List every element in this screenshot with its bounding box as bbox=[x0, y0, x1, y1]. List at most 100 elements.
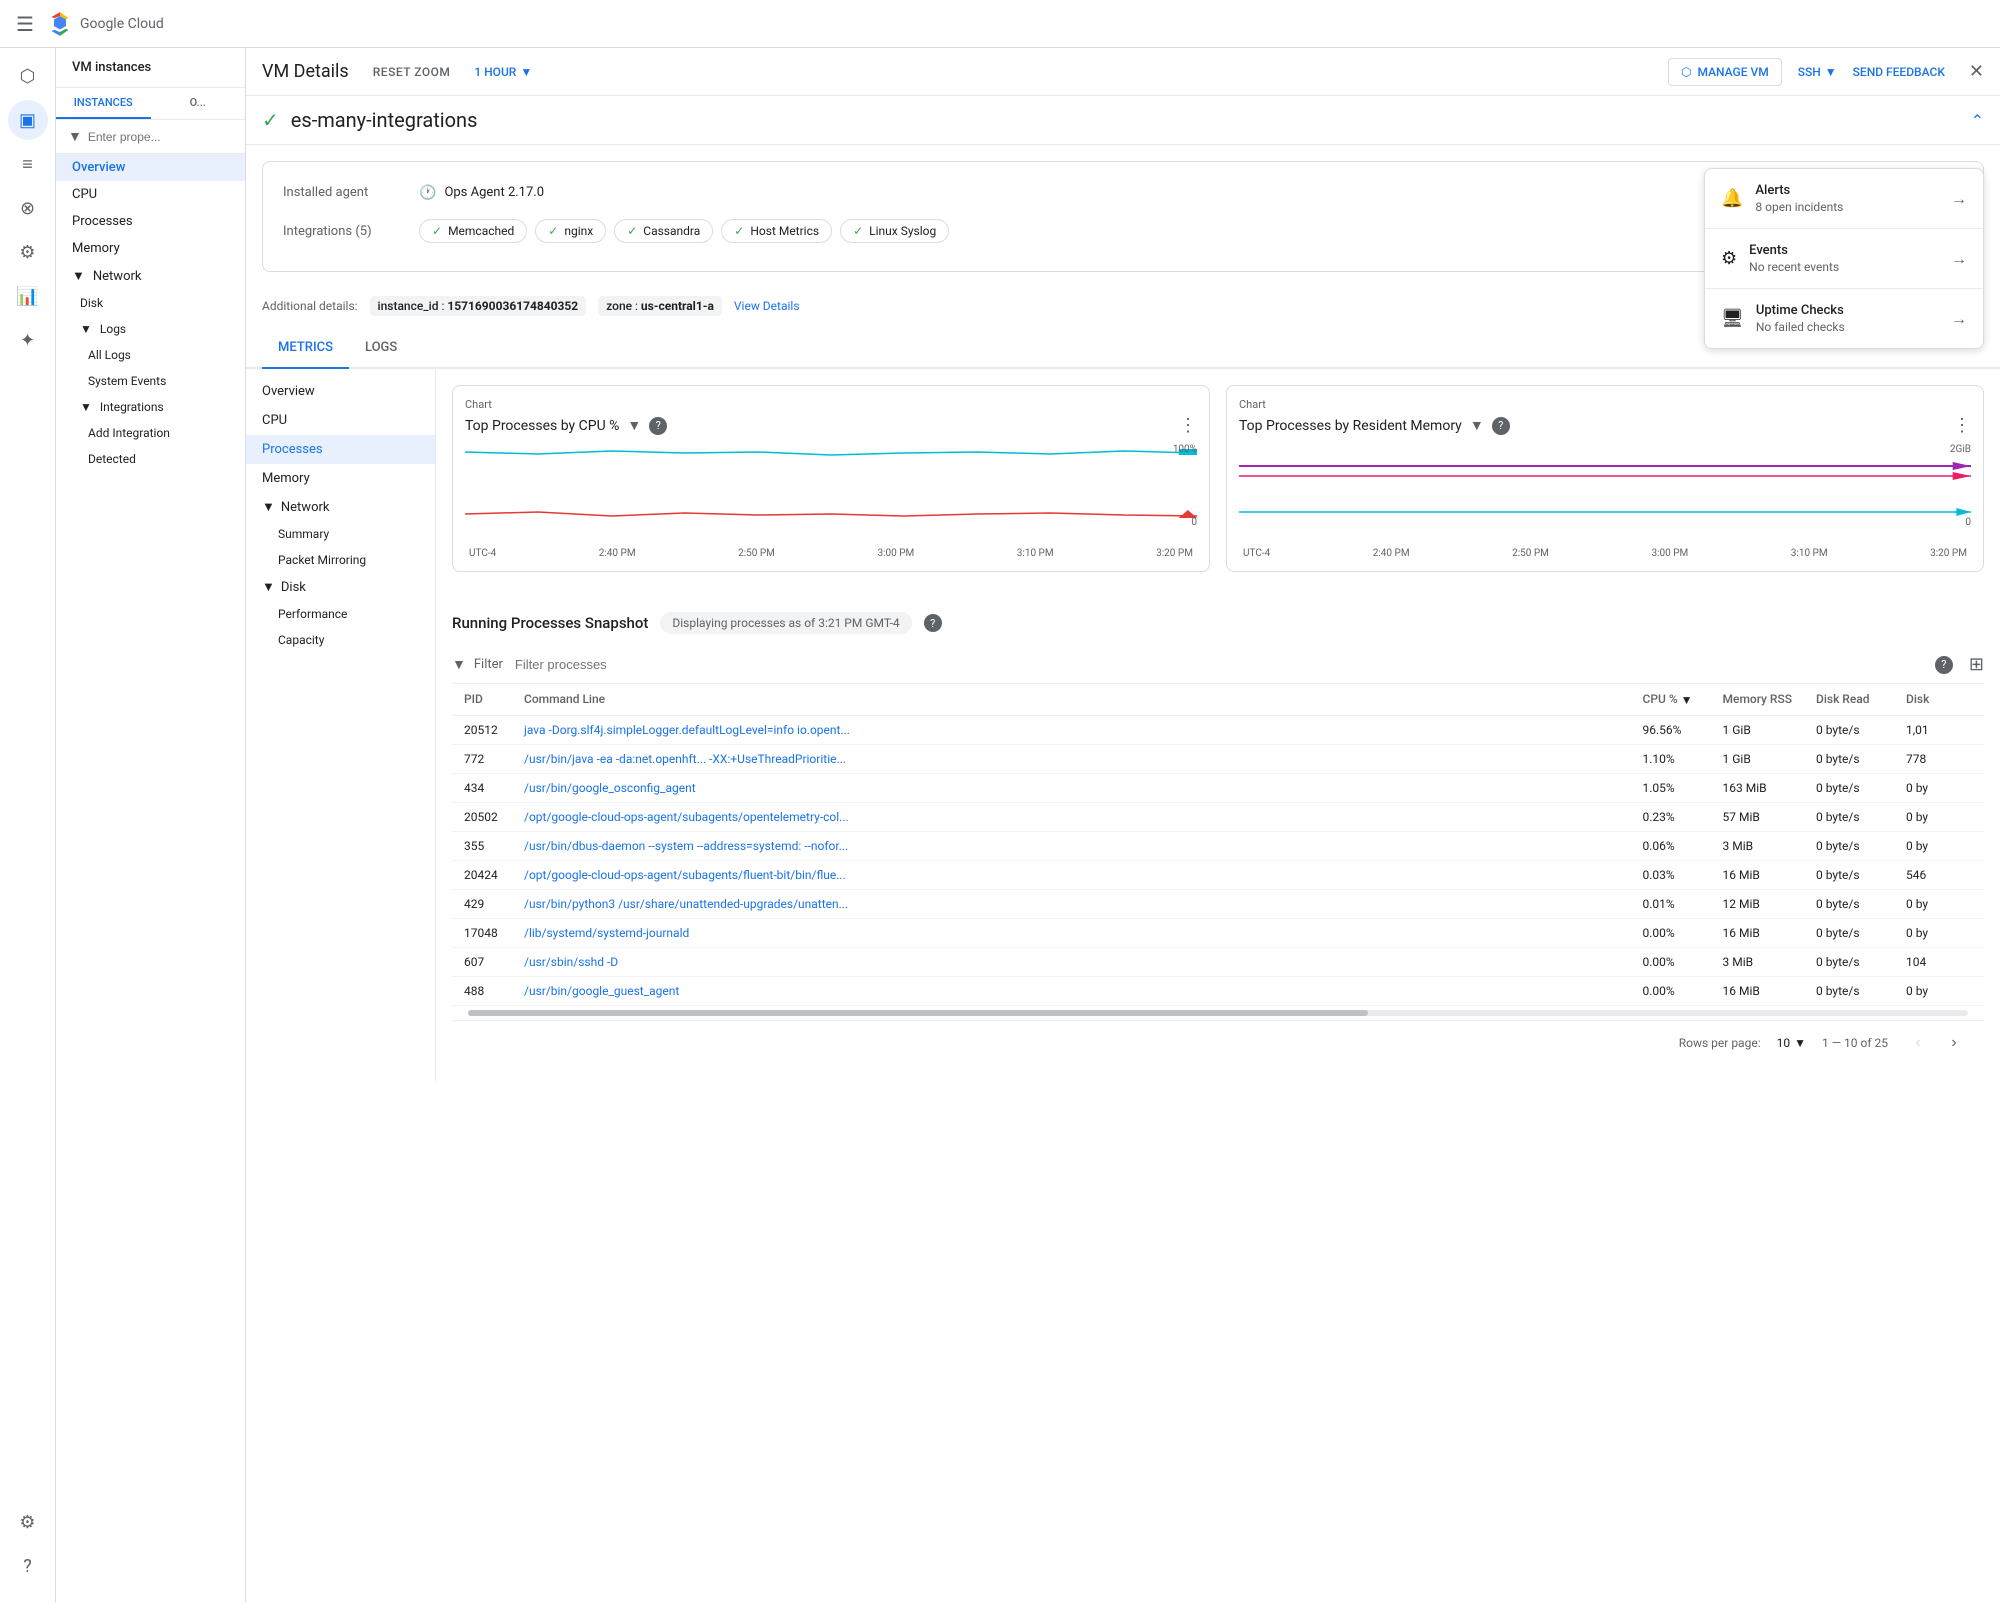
nav-item-cpu[interactable]: CPU bbox=[56, 181, 245, 208]
cell-pid: 607 bbox=[452, 947, 512, 976]
nav-item-add-integration[interactable]: Add Integration bbox=[56, 420, 245, 446]
ssh-btn[interactable]: SSH ▼ bbox=[1798, 65, 1837, 79]
check-icon-host-metrics: ✓ bbox=[734, 224, 744, 238]
chart-cpu-more-icon[interactable]: ⋮ bbox=[1179, 415, 1197, 436]
sidebar-icon-help[interactable]: ? bbox=[8, 1546, 48, 1586]
sidebar-icon-compute[interactable]: ▣ bbox=[8, 100, 48, 140]
chart-memory-header: Chart bbox=[1239, 398, 1971, 411]
view-details-link[interactable]: View Details bbox=[734, 299, 800, 313]
metrics-nav-processes[interactable]: Processes bbox=[246, 435, 435, 464]
sidebar-icon-ai[interactable]: ✦ bbox=[8, 320, 48, 360]
uptime-icon: 🖥 bbox=[1721, 308, 1744, 329]
nav-item-processes[interactable]: Processes bbox=[56, 208, 245, 235]
ssh-label: SSH bbox=[1798, 65, 1821, 79]
instance-id-label: instance_id bbox=[378, 299, 439, 313]
chart-cpu-help-icon[interactable]: ? bbox=[649, 417, 667, 435]
th-cpu[interactable]: CPU % ▼ bbox=[1631, 684, 1711, 715]
cell-mem: 16 MiB bbox=[1711, 918, 1804, 947]
columns-icon[interactable]: ⊞ bbox=[1969, 654, 1984, 675]
reset-zoom-btn[interactable]: RESET ZOOM bbox=[365, 61, 459, 83]
chart-memory-more-icon[interactable]: ⋮ bbox=[1953, 415, 1971, 436]
nav-item-overview[interactable]: Overview bbox=[56, 154, 245, 181]
cell-dread: 0 byte/s bbox=[1804, 976, 1894, 1005]
table-row: 20424 /opt/google-cloud-ops-agent/subage… bbox=[452, 860, 1984, 889]
cell-dwrite: 0 by bbox=[1894, 976, 1984, 1005]
chip-memcached-label: Memcached bbox=[448, 224, 514, 238]
bell-icon: 🔔 bbox=[1721, 188, 1743, 209]
chart-cpu-x5: 3:20 PM bbox=[1156, 548, 1193, 559]
chart-cpu-title-row: Top Processes by CPU % ▼ ? ⋮ bbox=[465, 415, 1197, 436]
nav-item-detected[interactable]: Detected bbox=[56, 446, 245, 472]
cell-mem: 163 MiB bbox=[1711, 773, 1804, 802]
cell-dwrite: 0 by bbox=[1894, 773, 1984, 802]
nav-item-all-logs[interactable]: All Logs bbox=[56, 342, 245, 368]
metrics-nav-performance[interactable]: Performance bbox=[246, 601, 435, 627]
metrics-nav-cpu[interactable]: CPU bbox=[246, 406, 435, 435]
cell-cpu: 0.00% bbox=[1631, 918, 1711, 947]
nav-tab-instances[interactable]: INSTANCES bbox=[56, 88, 151, 119]
table-scrollbar[interactable] bbox=[468, 1010, 1968, 1016]
nav-tab-other[interactable]: O... bbox=[151, 88, 246, 119]
rows-per-page-select[interactable]: 10 ▼ bbox=[1777, 1036, 1806, 1050]
sidebar-icon-settings[interactable]: ⚙ bbox=[8, 1502, 48, 1542]
metrics-nav-summary[interactable]: Summary bbox=[246, 521, 435, 547]
chart-memory-help-icon[interactable]: ? bbox=[1492, 417, 1510, 435]
chart-memory: Chart Top Processes by Resident Memory ▼… bbox=[1226, 385, 1984, 572]
nav-item-integrations[interactable]: ▼ Integrations bbox=[56, 394, 245, 420]
snapshot-help-icon[interactable]: ? bbox=[924, 614, 942, 632]
chip-memcached: ✓ Memcached bbox=[419, 219, 527, 243]
next-page-btn[interactable]: › bbox=[1940, 1029, 1968, 1057]
check-icon-memcached: ✓ bbox=[432, 224, 442, 238]
cell-mem: 1 GiB bbox=[1711, 744, 1804, 773]
alerts-row[interactable]: 🔔 Alerts 8 open incidents → bbox=[1705, 169, 1983, 229]
events-icon: ⚙ bbox=[1721, 248, 1737, 269]
metrics-nav-network-label[interactable]: Network bbox=[281, 500, 330, 515]
close-btn[interactable]: ✕ bbox=[1969, 61, 1984, 82]
nav-item-disk[interactable]: Disk bbox=[56, 290, 245, 316]
alerts-title: Alerts bbox=[1755, 183, 1951, 198]
nav-item-logs[interactable]: ▼ Logs bbox=[56, 316, 245, 342]
metrics-nav-disk-label[interactable]: Disk bbox=[281, 580, 306, 595]
nav-item-memory[interactable]: Memory bbox=[56, 235, 245, 262]
cell-pid: 17048 bbox=[452, 918, 512, 947]
metrics-nav-capacity[interactable]: Capacity bbox=[246, 627, 435, 653]
nav-filter-input[interactable] bbox=[88, 130, 243, 144]
send-feedback-btn[interactable]: SEND FEEDBACK bbox=[1853, 65, 1945, 79]
table-row: 772 /usr/bin/java -ea -da:net.openhft...… bbox=[452, 744, 1984, 773]
hamburger-icon[interactable]: ☰ bbox=[16, 12, 34, 36]
filter-help-icon[interactable]: ? bbox=[1935, 656, 1953, 674]
tab-logs[interactable]: LOGS bbox=[349, 328, 413, 369]
sidebar-icon-analytics[interactable]: 📊 bbox=[8, 276, 48, 316]
metrics-nav-overview[interactable]: Overview bbox=[246, 377, 435, 406]
manage-vm-btn[interactable]: ⬡ MANAGE VM bbox=[1668, 58, 1782, 86]
sidebar-icon-home[interactable]: ⬡ bbox=[8, 56, 48, 96]
chart-cpu-dropdown-icon[interactable]: ▼ bbox=[627, 417, 641, 434]
metrics-nav-packet-mirroring[interactable]: Packet Mirroring bbox=[246, 547, 435, 573]
sidebar-icon-security[interactable]: ⚙ bbox=[8, 232, 48, 272]
events-row[interactable]: ⚙ Events No recent events → bbox=[1705, 229, 1983, 289]
cell-dwrite: 0 by bbox=[1894, 831, 1984, 860]
vm-name-expand-icon[interactable]: ⌃ bbox=[1971, 111, 1984, 130]
filter-processes-input[interactable] bbox=[515, 657, 1927, 672]
sidebar-icon-storage[interactable]: ≡ bbox=[8, 144, 48, 184]
expand-logs-icon: ▼ bbox=[80, 322, 92, 336]
sidebar-icon-network[interactable]: ⊗ bbox=[8, 188, 48, 228]
cell-cpu: 0.23% bbox=[1631, 802, 1711, 831]
nav-item-system-events[interactable]: System Events bbox=[56, 368, 245, 394]
chart-cpu-y-max: 100% bbox=[1173, 444, 1197, 455]
instance-id-value: 1571690036174840352 bbox=[447, 299, 578, 313]
cell-mem: 12 MiB bbox=[1711, 889, 1804, 918]
chart-memory-dropdown-icon[interactable]: ▼ bbox=[1470, 417, 1484, 434]
cell-cpu: 0.01% bbox=[1631, 889, 1711, 918]
prev-page-btn[interactable]: ‹ bbox=[1904, 1029, 1932, 1057]
tab-metrics[interactable]: METRICS bbox=[262, 328, 349, 369]
metrics-nav-memory[interactable]: Memory bbox=[246, 464, 435, 493]
time-range-btn[interactable]: 1 HOUR ▼ bbox=[474, 65, 532, 79]
zone-value: us-central1-a bbox=[641, 299, 714, 313]
table-footer: Rows per page: 10 ▼ 1 — 10 of 25 ‹ › bbox=[452, 1020, 1984, 1065]
expand-network-icon: ▼ bbox=[262, 499, 275, 515]
uptime-row[interactable]: 🖥 Uptime Checks No failed checks → bbox=[1705, 289, 1983, 348]
cell-cpu: 0.03% bbox=[1631, 860, 1711, 889]
nav-item-network[interactable]: ▼ Network bbox=[56, 262, 245, 290]
cell-dwrite: 0 by bbox=[1894, 802, 1984, 831]
